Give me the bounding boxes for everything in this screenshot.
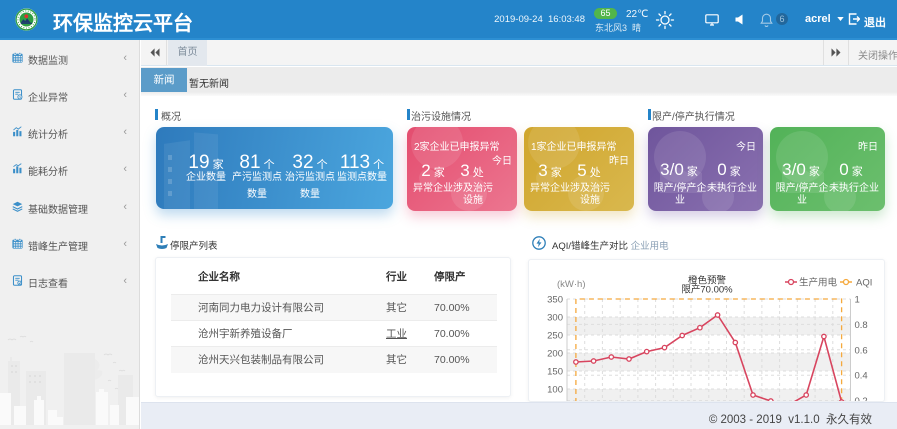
svg-text:生产用电: 生产用电 bbox=[799, 277, 838, 289]
svg-text:300: 300 bbox=[547, 313, 563, 324]
svg-text:限产70.00%: 限产70.00% bbox=[681, 284, 733, 296]
svg-text:250: 250 bbox=[547, 331, 563, 342]
svg-text:0.6: 0.6 bbox=[855, 345, 868, 356]
svg-text:0.4: 0.4 bbox=[855, 371, 868, 382]
svg-text:1: 1 bbox=[855, 295, 860, 306]
svg-text:100: 100 bbox=[547, 385, 563, 396]
svg-text:150: 150 bbox=[547, 367, 563, 378]
svg-text:AQI: AQI bbox=[856, 278, 872, 289]
svg-text:200: 200 bbox=[547, 349, 563, 360]
svg-text:350: 350 bbox=[547, 295, 563, 306]
svg-text:(kW·h): (kW·h) bbox=[557, 279, 586, 290]
svg-text:0.8: 0.8 bbox=[855, 320, 868, 331]
